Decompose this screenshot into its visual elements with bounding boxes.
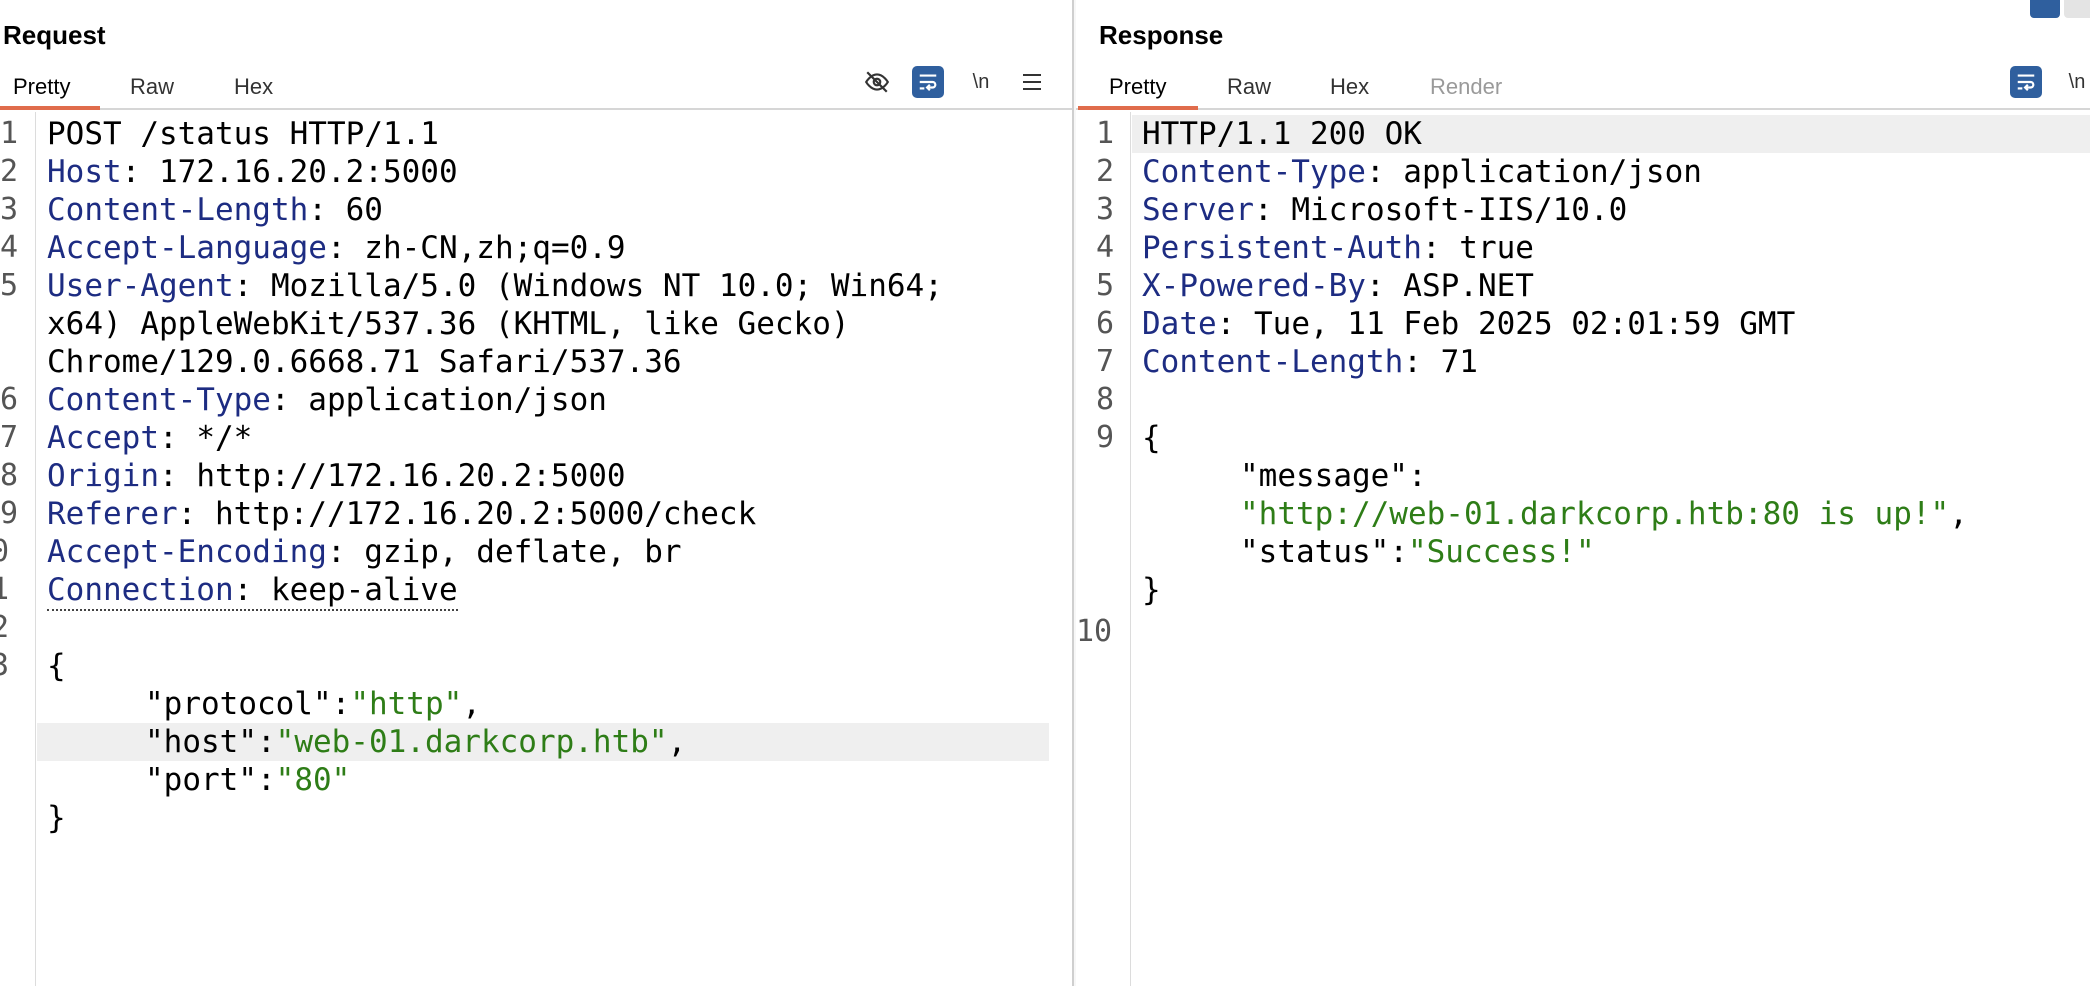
header-value: 60 bbox=[326, 192, 383, 228]
line-number: 7 bbox=[1096, 344, 1115, 379]
line-number: 9 bbox=[0, 496, 19, 531]
line-number: 8 bbox=[1096, 382, 1115, 417]
header-name: Accept-Language bbox=[47, 230, 327, 266]
header-value: 172.16.20.2:5000 bbox=[140, 154, 458, 190]
tab-hex[interactable]: Hex bbox=[1330, 74, 1369, 100]
header-name: Accept bbox=[47, 420, 159, 456]
request-pane: Request Pretty Raw Hex \n 1 POST /status … bbox=[0, 0, 1073, 986]
response-title: Response bbox=[1099, 20, 1224, 50]
header-value: true bbox=[1440, 230, 1534, 266]
json-brace-open: { bbox=[1142, 420, 1161, 456]
json-brace-close: } bbox=[47, 800, 66, 836]
json-value: "http" bbox=[350, 686, 463, 722]
line-number: 6 bbox=[0, 382, 19, 417]
json-value: "http://web-01.darkcorp.htb:80 is up!" bbox=[1240, 496, 1950, 532]
active-tab-indicator bbox=[0, 106, 100, 110]
line-number: 4 bbox=[1096, 230, 1115, 265]
json-key: "status" bbox=[1240, 534, 1390, 570]
line-number: 3 bbox=[1096, 192, 1115, 227]
tab-raw[interactable]: Raw bbox=[1227, 74, 1271, 100]
wrap-lines-icon[interactable] bbox=[912, 66, 944, 98]
tab-raw[interactable]: Raw bbox=[130, 74, 174, 100]
json-key: "message" bbox=[1240, 458, 1408, 494]
response-editor[interactable]: 1 HTTP/1.1 200 OK 2 Content-Type: applicat… bbox=[1076, 112, 2090, 986]
json-key: "protocol" bbox=[145, 686, 332, 722]
json-value: "web-01.darkcorp.htb" bbox=[275, 724, 668, 760]
json-value: "80" bbox=[275, 762, 351, 798]
line-number: 9 bbox=[1096, 420, 1115, 455]
header-value: Microsoft-IIS/10.0 bbox=[1272, 192, 1628, 228]
header-value: */* bbox=[177, 420, 253, 456]
header-name: Connection bbox=[47, 572, 234, 608]
json-key: "host" bbox=[145, 724, 257, 760]
header-name: Content-Type bbox=[47, 382, 271, 418]
header-name: Server bbox=[1142, 192, 1254, 228]
header-name: User-Agent bbox=[47, 268, 234, 304]
layout-toggle-group bbox=[2030, 0, 2090, 20]
line-number: 10 bbox=[1076, 614, 1113, 649]
header-value: application/json bbox=[1384, 154, 1702, 190]
line-number: 3 bbox=[0, 192, 19, 227]
header-name: Accept-Encoding bbox=[47, 534, 327, 570]
hamburger-menu-icon[interactable] bbox=[1016, 66, 1048, 98]
header-value: Mozilla/5.0 (Windows NT 10.0; Win64; bbox=[252, 268, 943, 304]
line-number: 7 bbox=[0, 420, 19, 455]
active-tab-indicator bbox=[1078, 106, 1198, 110]
header-name: Content-Type bbox=[1142, 154, 1366, 190]
status-line: HTTP/1.1 200 OK bbox=[1142, 116, 1422, 152]
tab-hex[interactable]: Hex bbox=[234, 74, 273, 100]
line-number: 2 bbox=[1096, 154, 1115, 189]
header-value: ASP.NET bbox=[1384, 268, 1534, 304]
header-value: http://172.16.20.2:5000 bbox=[177, 458, 626, 494]
show-newlines-button[interactable]: \n bbox=[2061, 66, 2090, 98]
wrap-lines-icon[interactable] bbox=[2010, 66, 2042, 98]
header-value: gzip, deflate, br bbox=[345, 534, 682, 570]
line-number: 1 bbox=[0, 572, 10, 607]
line-number: 5 bbox=[0, 268, 19, 303]
header-name: Host bbox=[47, 154, 122, 190]
header-value: http://172.16.20.2:5000/check bbox=[196, 496, 757, 532]
json-brace-open: { bbox=[47, 648, 66, 684]
header-name: Persistent-Auth bbox=[1142, 230, 1422, 266]
header-name: Origin bbox=[47, 458, 159, 494]
json-brace-close: } bbox=[1142, 572, 1161, 608]
stacked-view-icon[interactable] bbox=[2064, 0, 2090, 18]
show-newlines-button[interactable]: \n bbox=[965, 66, 997, 98]
eye-slash-icon[interactable] bbox=[861, 66, 893, 98]
line-number: 5 bbox=[1096, 268, 1115, 303]
response-tabbar: Pretty Raw Hex Render bbox=[1076, 66, 2090, 110]
header-value: Tue, 11 Feb 2025 02:01:59 GMT bbox=[1235, 306, 1796, 342]
request-editor[interactable]: 1 POST /status HTTP/1.1 2 Host: 172.16.20.… bbox=[0, 112, 1073, 986]
line-number: 8 bbox=[0, 458, 19, 493]
header-value-continued: x64) AppleWebKit/537.36 (KHTML, like Gec… bbox=[47, 306, 850, 342]
header-value: keep-alive bbox=[252, 572, 458, 608]
line-number: 0 bbox=[0, 534, 10, 569]
header-name: Referer bbox=[47, 496, 178, 532]
header-name: Date bbox=[1142, 306, 1217, 342]
header-name: X-Powered-By bbox=[1142, 268, 1366, 304]
header-value: zh-CN,zh;q=0.9 bbox=[345, 230, 626, 266]
header-value: 71 bbox=[1421, 344, 1478, 380]
request-line: POST /status HTTP/1.1 bbox=[47, 116, 439, 152]
response-pane: Response Pretty Raw Hex Render \n 1 HTTP/… bbox=[1076, 0, 2090, 986]
tab-pretty[interactable]: Pretty bbox=[1109, 74, 1166, 100]
line-number: 1 bbox=[1096, 116, 1115, 151]
line-number: 4 bbox=[0, 230, 19, 265]
header-value: application/json bbox=[289, 382, 607, 418]
line-number: 2 bbox=[0, 610, 10, 645]
line-number: 6 bbox=[1096, 306, 1115, 341]
line-number: 2 bbox=[0, 154, 19, 189]
header-value-continued: Chrome/129.0.6668.71 Safari/537.36 bbox=[47, 344, 682, 380]
line-number: 3 bbox=[0, 648, 10, 683]
tab-pretty[interactable]: Pretty bbox=[13, 74, 70, 100]
line-number: 1 bbox=[0, 116, 19, 151]
json-key: "port" bbox=[145, 762, 257, 798]
header-name: Content-Length bbox=[1142, 344, 1404, 380]
json-value: "Success!" bbox=[1407, 534, 1595, 570]
tab-render[interactable]: Render bbox=[1430, 74, 1502, 100]
split-view-icon[interactable] bbox=[2030, 0, 2060, 18]
request-title: Request bbox=[3, 20, 106, 50]
header-name: Content-Length bbox=[47, 192, 309, 228]
